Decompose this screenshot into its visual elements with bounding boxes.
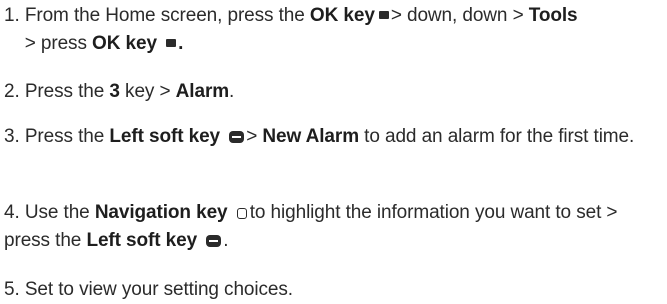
step-number: 1. (4, 5, 20, 26)
step-number: 4. (4, 202, 20, 223)
instruction-steps: 1. From the Home screen, press the OK ke… (0, 0, 667, 300)
step-text: > (246, 126, 263, 147)
left-soft-key-label: Left soft key (86, 230, 198, 251)
new-alarm-label: New Alarm (262, 126, 359, 147)
step-5: 5. Set to view your setting choices. (4, 276, 664, 304)
step-number: 2. (4, 81, 20, 102)
tools-label: Tools (528, 5, 578, 26)
left-soft-key-label: Left soft key (109, 126, 221, 147)
step-text: . (229, 81, 235, 102)
step-text: > down, down > (390, 5, 529, 26)
step-text: key > (119, 81, 176, 102)
step-text: From the Home screen, press the (24, 5, 310, 26)
left-soft-key-icon (206, 235, 222, 247)
step-text: Press the (24, 126, 110, 147)
ok-key-label: OK key (92, 33, 157, 54)
ok-key-icon (378, 11, 389, 19)
step-number: 5. (4, 279, 20, 300)
step-text: Use the (24, 202, 95, 223)
step-number: 3. (4, 126, 20, 147)
step-text: Press the (24, 81, 110, 102)
step-3: 3. Press the Left soft key > New Alarm t… (4, 123, 664, 151)
alarm-label: Alarm (175, 81, 230, 102)
step-text: Set to view your setting choices. (24, 279, 293, 300)
ok-key-label: OK key (309, 5, 375, 26)
key-3-label: 3 (109, 81, 120, 102)
step-2: 2. Press the 3 key > Alarm. (4, 78, 664, 106)
step-text: . (178, 33, 184, 54)
step-text: > press (24, 33, 93, 54)
step-1: 1. From the Home screen, press the OK ke… (4, 2, 664, 58)
step-text: . (223, 230, 229, 251)
left-soft-key-icon (229, 131, 245, 143)
navigation-key-icon (236, 208, 247, 219)
ok-key-icon (166, 39, 177, 47)
step-text: to add an alarm for the first time. (359, 126, 635, 147)
navigation-key-label: Navigation key (94, 202, 228, 223)
step-4: 4. Use the Navigation key to highlight t… (4, 199, 664, 255)
